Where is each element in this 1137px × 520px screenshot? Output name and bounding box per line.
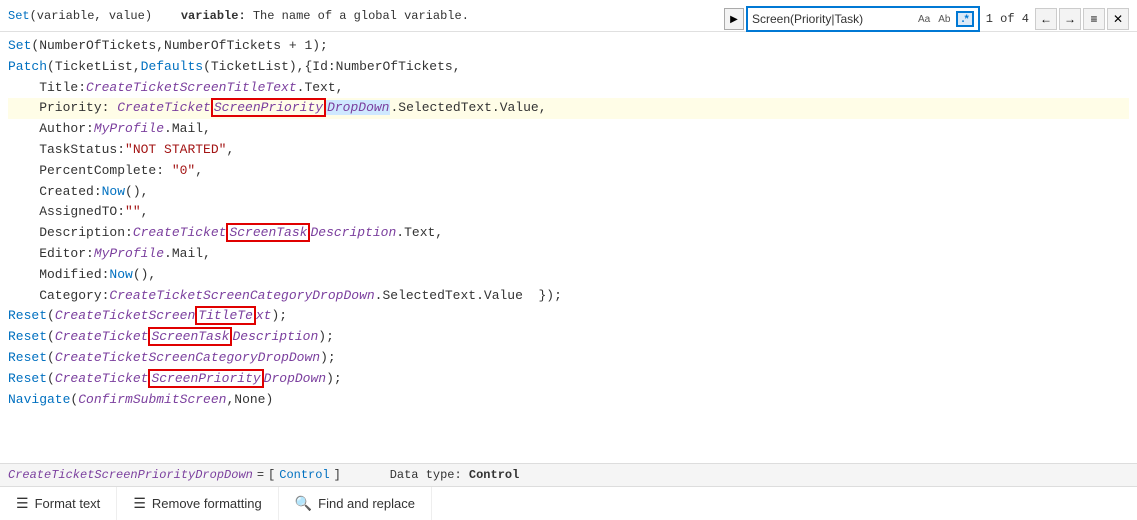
status-datatype-label: Data type: Control	[361, 468, 519, 482]
code-line: AssignedTO:"",	[8, 202, 1129, 223]
find-replace-label: Find and replace	[318, 496, 415, 511]
code-line-description: Description:CreateTicketScreenTaskDescri…	[8, 223, 1129, 244]
code-line: PercentComplete: "0",	[8, 161, 1129, 182]
remove-formatting-button[interactable]: ☰ Remove formatting	[117, 487, 278, 520]
code-line: Reset(CreateTicketScreenTaskDescription)…	[8, 327, 1129, 348]
code-line: Reset(CreateTicketScreenTitleText);	[8, 306, 1129, 327]
code-line: Navigate(ConfirmSubmitScreen,None)	[8, 390, 1129, 411]
code-line: Reset(CreateTicketScreenCategoryDropDown…	[8, 348, 1129, 369]
status-bracket-open: [	[268, 468, 275, 482]
code-editor[interactable]: Set(NumberOfTickets,NumberOfTickets + 1)…	[0, 32, 1137, 463]
code-line-category: Category:CreateTicketScreenCategoryDropD…	[8, 286, 1129, 307]
code-line: Title:CreateTicketScreenTitleText.Text,	[8, 78, 1129, 99]
search-regex-button[interactable]: .*	[956, 11, 973, 27]
code-line: Created:Now(),	[8, 182, 1129, 203]
code-line: Author:MyProfile.Mail,	[8, 119, 1129, 140]
search-whole-word-button[interactable]: Ab	[936, 14, 952, 25]
search-lines-button[interactable]: ≡	[1083, 8, 1105, 30]
code-line: TaskStatus:"NOT STARTED",	[8, 140, 1129, 161]
remove-formatting-label: Remove formatting	[152, 496, 262, 511]
hint-sep: variable:	[181, 9, 246, 23]
bottom-toolbar: ☰ Format text ☰ Remove formatting 🔍 Find…	[0, 486, 1137, 520]
hint-text: Set(variable, value) variable: The name …	[8, 9, 469, 23]
status-bracket-close: ]	[334, 468, 341, 482]
search-collapse-button[interactable]: ▶	[724, 8, 744, 30]
status-equals: =	[257, 468, 264, 482]
format-text-label: Format text	[35, 496, 101, 511]
hint-func: Set	[8, 9, 30, 23]
search-input[interactable]	[752, 12, 912, 26]
search-input-box: Aa Ab .*	[746, 6, 980, 32]
status-control-name: CreateTicketScreenPriorityDropDown	[8, 468, 253, 482]
hint-desc: The name of a global variable.	[246, 9, 469, 23]
remove-formatting-icon: ☰	[133, 495, 146, 512]
status-datatype-value: Control	[469, 468, 519, 482]
format-text-icon: ☰	[16, 495, 29, 512]
search-close-button[interactable]: ✕	[1107, 8, 1129, 30]
search-bar: ▶ Aa Ab .* 1 of 4 ← → ≡ ✕	[724, 6, 1129, 32]
code-line-priority: Priority: CreateTicketScreenPriorityDrop…	[8, 98, 1129, 119]
status-type: Control	[279, 468, 329, 482]
code-line: Editor:MyProfile.Mail,	[8, 244, 1129, 265]
main-container: Set(NumberOfTickets,NumberOfTickets + 1)…	[0, 32, 1137, 486]
search-count: 1 of 4	[982, 12, 1033, 26]
search-case-button[interactable]: Aa	[916, 14, 932, 25]
code-line: Modified:Now(),	[8, 265, 1129, 286]
search-prev-button[interactable]: ←	[1035, 8, 1057, 30]
find-replace-button[interactable]: 🔍 Find and replace	[279, 487, 432, 520]
code-line: Patch(TicketList,Defaults(TicketList),{I…	[8, 57, 1129, 78]
status-bar: CreateTicketScreenPriorityDropDown = [ C…	[0, 463, 1137, 486]
format-text-button[interactable]: ☰ Format text	[0, 487, 117, 520]
find-replace-icon: 🔍	[295, 495, 312, 512]
hint-params: (variable, value)	[30, 9, 152, 23]
code-line: Set(NumberOfTickets,NumberOfTickets + 1)…	[8, 36, 1129, 57]
code-line: Reset(CreateTicketScreenPriorityDropDown…	[8, 369, 1129, 390]
search-next-button[interactable]: →	[1059, 8, 1081, 30]
